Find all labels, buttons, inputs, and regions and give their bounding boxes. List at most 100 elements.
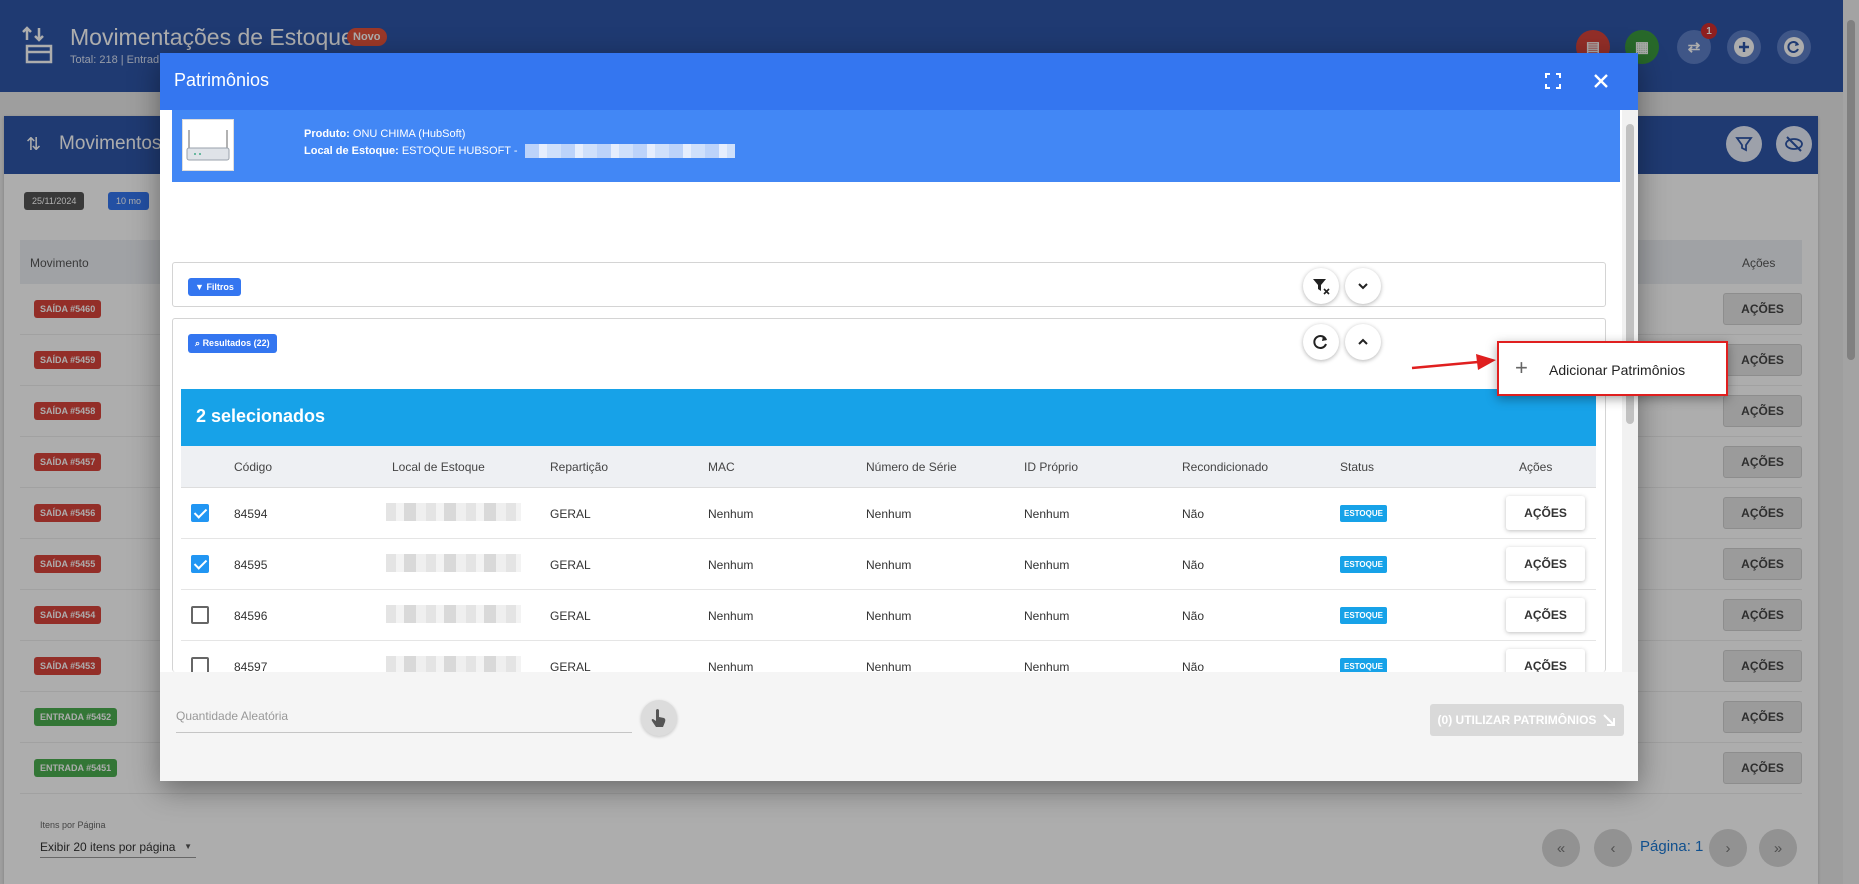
table-row: 84595 GERAL Nenhum Nenhum Nenhum Não ESTOQUE AÇ… <box>181 539 1596 590</box>
close-icon <box>1594 74 1608 88</box>
redacted-text <box>524 144 735 158</box>
row-actions-button[interactable]: AÇÕES <box>1506 547 1585 581</box>
cell-id-proprio: Nenhum <box>1024 558 1070 572</box>
random-quantity-input[interactable]: Quantidade Aleatória <box>176 709 632 733</box>
filters-chip[interactable]: ▼ Filtros <box>188 278 241 296</box>
col-reparticao: Repartição <box>550 460 609 474</box>
patrimonios-table: Código Local de Estoque Repartição MAC N… <box>181 446 1596 672</box>
table-row: 84594 GERAL Nenhum Nenhum Nenhum Não ESTOQUE AÇ… <box>181 488 1596 539</box>
row-actions-button[interactable]: AÇÕES <box>1506 496 1585 530</box>
col-serie: Número de Série <box>866 460 957 474</box>
table-row: 84596 GERAL Nenhum Nenhum Nenhum Não ESTOQUE AÇ… <box>181 590 1596 641</box>
modal-body: Produto: ONU CHIMA (HubSoft) Local de Es… <box>160 110 1638 672</box>
status-badge: ESTOQUE <box>1340 505 1387 522</box>
cell-id-proprio: Nenhum <box>1024 660 1070 672</box>
redacted-stock-location <box>386 503 521 521</box>
fullscreen-icon <box>1545 73 1561 89</box>
row-checkbox[interactable] <box>191 555 209 573</box>
row-actions-button[interactable]: AÇÕES <box>1506 649 1585 672</box>
cell-recond: Não <box>1182 558 1205 572</box>
filter-icon: ▼ <box>195 282 204 292</box>
cell-reparticao: GERAL <box>550 558 591 572</box>
status-badge: ESTOQUE <box>1340 658 1387 672</box>
close-button[interactable] <box>1589 69 1613 93</box>
col-codigo: Código <box>234 460 273 474</box>
row-checkbox[interactable] <box>191 504 209 522</box>
cell-mac: Nenhum <box>708 660 754 672</box>
redacted-stock-location <box>386 656 521 672</box>
cell-mac: Nenhum <box>708 609 754 623</box>
cell-codigo: 84595 <box>234 558 268 572</box>
status-badge: ESTOQUE <box>1340 556 1387 573</box>
col-status: Status <box>1340 460 1375 474</box>
cell-serie: Nenhum <box>866 507 912 521</box>
table-header: Código Local de Estoque Repartição MAC N… <box>181 446 1596 488</box>
stock-label: Local de Estoque: <box>304 144 399 157</box>
cell-recond: Não <box>1182 609 1205 623</box>
cell-reparticao: GERAL <box>550 660 591 672</box>
cell-serie: Nenhum <box>866 558 912 572</box>
col-id-proprio: ID Próprio <box>1024 460 1079 474</box>
selection-bar: 2 selecionados <box>181 389 1596 446</box>
results-chip: ⌕ Resultados (22) <box>188 334 277 353</box>
search-icon: ⌕ <box>195 338 201 348</box>
col-acoes: Ações <box>1519 460 1553 474</box>
table-row: 84597 GERAL Nenhum Nenhum Nenhum Não ESTOQUE AÇ… <box>181 641 1596 672</box>
status-badge: ESTOQUE <box>1340 607 1387 624</box>
cell-serie: Nenhum <box>866 660 912 672</box>
patrimonios-modal: Patrimônios Produto: ONU CHIMA (HubSoft)… <box>160 53 1638 781</box>
product-info: Produto: ONU CHIMA (HubSoft) Local de Es… <box>172 110 1620 182</box>
hand-pointer-icon <box>651 709 666 727</box>
refresh-results-button[interactable] <box>1303 324 1339 360</box>
cell-codigo: 84597 <box>234 660 268 672</box>
router-icon <box>186 130 230 161</box>
cell-reparticao: GERAL <box>550 609 591 623</box>
cell-recond: Não <box>1182 660 1205 672</box>
cell-reparticao: GERAL <box>550 507 591 521</box>
random-select-button[interactable] <box>641 700 677 736</box>
row-actions-button[interactable]: AÇÕES <box>1506 598 1585 632</box>
collapse-results-button[interactable] <box>1345 324 1381 360</box>
cell-mac: Nenhum <box>708 507 754 521</box>
results-chip-label: Resultados (22) <box>202 338 270 348</box>
plus-icon: + <box>1515 355 1528 380</box>
fullscreen-button[interactable] <box>1541 69 1565 93</box>
stock-value: ESTOQUE HUBSOFT - <box>401 144 518 157</box>
col-local: Local de Estoque <box>392 460 485 474</box>
modal-footer: Quantidade Aleatória (0) UTILIZAR PATRIM… <box>160 672 1638 781</box>
row-checkbox[interactable] <box>191 606 209 624</box>
cell-recond: Não <box>1182 507 1205 521</box>
use-patrimonios-label: (0) UTILIZAR PATRIMÔNIOS <box>1437 713 1597 727</box>
product-line: Produto: ONU CHIMA (HubSoft) <box>304 128 465 140</box>
product-image <box>182 119 234 171</box>
add-patrimonios-menu-item[interactable]: + Adicionar Patrimônios <box>1497 341 1728 396</box>
refresh-icon <box>1313 335 1327 349</box>
cell-codigo: 84596 <box>234 609 268 623</box>
row-checkbox[interactable] <box>191 657 209 672</box>
chevron-up-icon <box>1358 338 1368 345</box>
modal-title: Patrimônios <box>174 70 270 90</box>
filter-clear-icon <box>1313 279 1330 295</box>
filters-chip-label: Filtros <box>206 282 234 292</box>
modal-header: Patrimônios <box>160 53 1638 110</box>
random-quantity-placeholder: Quantidade Aleatória <box>176 709 289 723</box>
col-mac: MAC <box>708 460 735 474</box>
cell-serie: Nenhum <box>866 609 912 623</box>
table-body: 84594 GERAL Nenhum Nenhum Nenhum Não ESTOQUE AÇ… <box>181 488 1596 672</box>
cell-id-proprio: Nenhum <box>1024 609 1070 623</box>
expand-filters-button[interactable] <box>1345 268 1381 304</box>
chevron-down-icon <box>1358 283 1368 290</box>
cell-mac: Nenhum <box>708 558 754 572</box>
stock-line: Local de Estoque: ESTOQUE HUBSOFT - <box>304 144 735 158</box>
cell-id-proprio: Nenhum <box>1024 507 1070 521</box>
redacted-stock-location <box>386 605 521 623</box>
filters-card: ▼ Filtros <box>172 262 1606 307</box>
use-patrimonios-button[interactable]: (0) UTILIZAR PATRIMÔNIOS <box>1430 704 1624 736</box>
annotation-arrow <box>1411 354 1496 370</box>
col-recondicionado: Recondicionado <box>1182 460 1269 474</box>
clear-filters-button[interactable] <box>1303 268 1339 304</box>
arrow-down-right-icon <box>1603 714 1616 726</box>
product-value: ONU CHIMA (HubSoft) <box>352 128 466 140</box>
add-patrimonios-label: Adicionar Patrimônios <box>1549 362 1686 378</box>
selected-count: 2 selecionados <box>196 406 326 426</box>
